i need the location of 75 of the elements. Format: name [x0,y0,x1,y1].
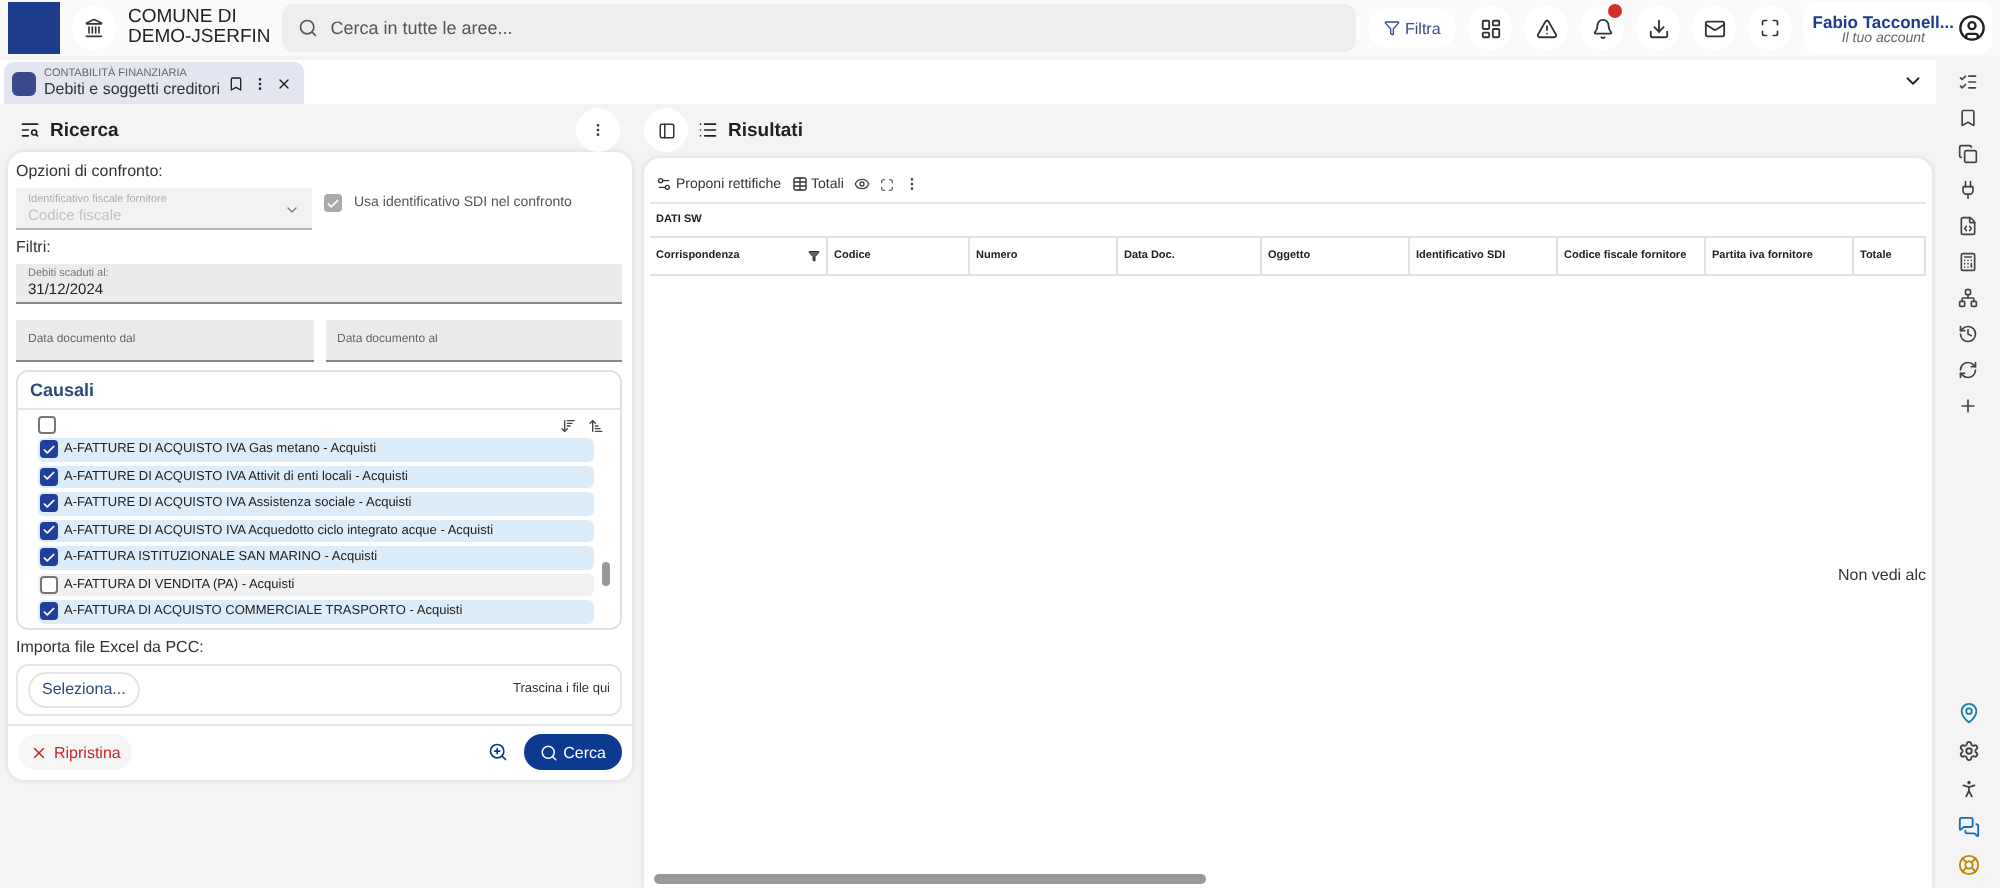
section-label: Filtri: [16,238,53,256]
causali-title: Causali [18,372,620,410]
location-pin-button[interactable] [1957,702,1979,724]
panel-title: Ricerca [50,119,121,141]
warning-icon [1535,17,1558,39]
organization-name: COMUNE DI DEMO-JSERFIN [128,8,271,48]
module-icon [12,71,36,95]
sort-ascending-button[interactable] [588,417,604,433]
bookmark-button[interactable] [1958,108,1978,128]
causale-checkbox[interactable] [40,494,58,513]
bell-icon [1591,17,1614,39]
chevron-down-icon [284,202,300,218]
logo-image [8,2,60,54]
search-icon [539,743,558,761]
download-icon [1647,17,1670,39]
zoom-button[interactable] [487,742,508,762]
list-icon [698,120,718,140]
filter-icon[interactable] [808,250,820,262]
code-file-button[interactable] [1958,216,1978,236]
empty-message: Non vedi alc [1837,566,1926,584]
network-button[interactable] [1958,288,1978,308]
causale-checkbox[interactable] [40,575,58,594]
settings-icon [656,176,672,192]
filter-button[interactable]: Filtra [1367,8,1457,48]
causale-checkbox[interactable] [40,602,58,621]
causale-checkbox[interactable] [40,548,58,567]
view-button[interactable] [853,176,870,192]
causale-checkbox[interactable] [40,521,58,540]
panel-icon [657,121,675,139]
accessibility-button[interactable] [1957,778,1979,800]
calculator-button[interactable] [1958,252,1978,272]
bookmark-icon [228,75,245,91]
checklist-button[interactable] [1958,72,1978,92]
notification-badge [1608,4,1623,18]
notifications-button[interactable] [1580,6,1625,50]
plug-button[interactable] [1958,180,1978,200]
search-button[interactable]: Cerca [523,734,622,770]
refresh-button[interactable] [1958,360,1978,380]
dashboard-icon [1479,17,1502,39]
sidebar-toggle-button[interactable] [644,108,688,152]
causale-checkbox[interactable] [40,440,58,459]
filter-icon [1383,20,1400,36]
fullscreen-button[interactable] [1748,6,1793,50]
fullscreen-icon [1760,18,1781,38]
scrollbar-thumb[interactable] [654,874,1206,884]
table-icon [791,176,808,192]
settings-button[interactable] [1957,740,1979,762]
home-button[interactable] [72,6,116,50]
scrollbar-thumb[interactable] [602,562,610,586]
close-icon [30,743,48,761]
download-button[interactable] [1636,6,1681,50]
search-icon [298,18,319,38]
dashboard-button[interactable] [1468,6,1513,50]
copy-button[interactable] [1958,144,1978,164]
chat-button[interactable] [1957,816,1979,838]
fullscreen-button[interactable] [879,177,894,191]
lifebuoy-button[interactable] [1957,854,1979,876]
user-icon [1958,14,1986,42]
search-field[interactable]: Cerca in tutte le aree... [282,4,1356,52]
add-button[interactable] [1958,396,1978,416]
search-list-icon [20,120,40,140]
warning-button[interactable] [1524,6,1569,50]
reset-button[interactable]: Ripristina [18,734,133,770]
select-file-button[interactable]: Seleziona... [28,671,140,707]
panel-title: Risultati [728,119,805,141]
history-button[interactable] [1958,324,1978,344]
section-label: Opzioni di confronto: [16,162,165,180]
causale-checkbox[interactable] [40,467,58,486]
building-icon [84,18,104,38]
select-all-checkbox[interactable] [38,416,56,434]
section-label: Importa file Excel da PCC: [16,637,206,655]
close-icon [276,75,293,91]
mail-button[interactable] [1692,6,1737,50]
mail-icon [1703,17,1726,39]
sort-descending-button[interactable] [560,417,576,433]
